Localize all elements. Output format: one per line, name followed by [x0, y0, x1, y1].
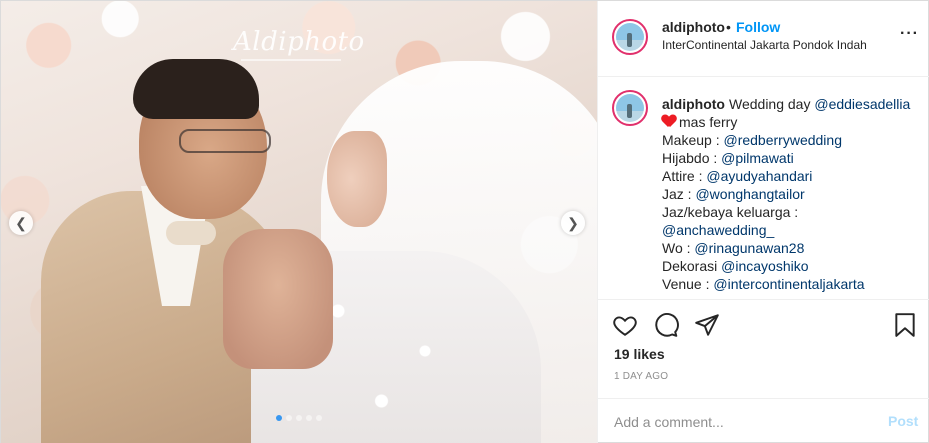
carousel-dot — [286, 415, 292, 421]
mention-link[interactable]: @rinagunawan28 — [694, 240, 804, 256]
chevron-left-icon: ❮ — [15, 214, 27, 231]
watermark-underline — [241, 59, 341, 61]
carousel-indicator — [1, 415, 597, 421]
bookmark-icon — [895, 313, 915, 337]
red-heart-icon — [662, 115, 676, 128]
comment-icon — [655, 313, 679, 337]
caption-line: mas ferry — [662, 113, 924, 131]
header-username-link[interactable]: aldiphoto — [662, 19, 725, 35]
caption-line-text: Hijabdo : — [662, 150, 722, 166]
groom-bowtie — [166, 221, 216, 245]
caption-username-link[interactable]: aldiphoto — [662, 96, 725, 112]
caption-line: Dekorasi @incayoshiko — [662, 257, 924, 275]
save-button[interactable] — [892, 312, 918, 338]
header-separator: • — [726, 19, 731, 35]
comment-button[interactable] — [653, 312, 679, 338]
mention-link[interactable]: @incayoshiko — [721, 258, 808, 274]
heart-outline-icon — [613, 316, 637, 336]
joined-hands — [223, 229, 333, 369]
like-button[interactable] — [612, 312, 638, 338]
caption-line-text: Venue : — [662, 276, 714, 292]
more-dots-icon[interactable]: ··· — [900, 25, 919, 43]
caption-section: aldiphoto Wedding day @eddiesadellia mas f… — [598, 78, 929, 298]
mention-link[interactable]: @eddiesadellia — [814, 96, 910, 112]
caption-line: Hijabdo : @pilmawati — [662, 149, 924, 167]
carousel-dot — [306, 415, 312, 421]
carousel-dot — [296, 415, 302, 421]
bride-face — [327, 131, 387, 227]
caption-line: @anchawedding_ — [662, 221, 924, 239]
previous-slide-button[interactable]: ❮ — [9, 211, 33, 235]
caption-line: Venue : @intercontinentaljakarta — [662, 275, 924, 293]
share-button[interactable] — [694, 312, 720, 338]
mention-link[interactable]: @pilmawati — [721, 150, 794, 166]
groom-hair — [133, 59, 259, 119]
caption-line: aldiphoto Wedding day @eddiesadellia — [662, 95, 924, 113]
caption-line: Jaz/kebaya keluarga : — [662, 203, 924, 221]
caption-line-text: Jaz : — [662, 186, 696, 202]
avatar-image — [616, 94, 644, 122]
mention-link[interactable]: @anchawedding_ — [662, 222, 774, 238]
carousel-dot — [316, 415, 322, 421]
caption-line-text: Attire : — [662, 168, 707, 184]
location-link[interactable]: InterContinental Jakarta Pondok Indah — [662, 38, 867, 52]
next-slide-button[interactable]: ❯ — [561, 211, 585, 235]
avatar-image — [616, 23, 644, 51]
caption-line: Jaz : @wonghangtailor — [662, 185, 924, 203]
caption-text: aldiphoto Wedding day @eddiesadellia mas f… — [662, 95, 924, 293]
share-icon — [695, 314, 719, 336]
mention-link[interactable]: @intercontinentaljakarta — [713, 276, 864, 292]
caption-line-text: Makeup : — [662, 132, 724, 148]
instagram-post: Aldiphoto ❮ ❯ aldiphoto • Follow InterCo… — [0, 0, 929, 443]
mention-link[interactable]: @redberrywedding — [723, 132, 842, 148]
caption-line-text: Dekorasi — [662, 258, 722, 274]
carousel-dot — [276, 415, 282, 421]
caption-line: Wo : @rinagunawan28 — [662, 239, 924, 257]
post-comment-button[interactable]: Post — [888, 413, 918, 429]
caption-line-text: Wedding day — [729, 96, 815, 112]
post-details-panel: aldiphoto • Follow InterContinental Jaka… — [597, 1, 929, 443]
photo-watermark: Aldiphoto — [233, 27, 365, 57]
comment-bar: Post — [598, 398, 929, 443]
post-photo[interactable]: Aldiphoto ❮ ❯ — [1, 1, 597, 443]
caption-line-text: Wo : — [662, 240, 695, 256]
avatar[interactable] — [612, 19, 648, 55]
caption-line: Makeup : @redberrywedding — [662, 131, 924, 149]
caption-avatar[interactable] — [612, 90, 648, 126]
groom-glasses — [179, 129, 271, 153]
chevron-right-icon: ❯ — [567, 214, 579, 231]
comment-input[interactable] — [614, 411, 874, 433]
mention-link[interactable]: @wonghangtailor — [695, 186, 804, 202]
likes-count[interactable]: 19 likes — [614, 346, 665, 362]
mention-link[interactable]: @ayudyahandari — [706, 168, 812, 184]
caption-line: Attire : @ayudyahandari — [662, 167, 924, 185]
follow-button[interactable]: Follow — [736, 19, 780, 35]
action-bar — [598, 299, 929, 347]
caption-line-text: Jaz/kebaya keluarga : — [662, 204, 799, 220]
post-header: aldiphoto • Follow InterContinental Jaka… — [598, 1, 929, 77]
caption-line-text: mas ferry — [679, 114, 738, 130]
post-timestamp[interactable]: 1 DAY AGO — [614, 371, 668, 382]
